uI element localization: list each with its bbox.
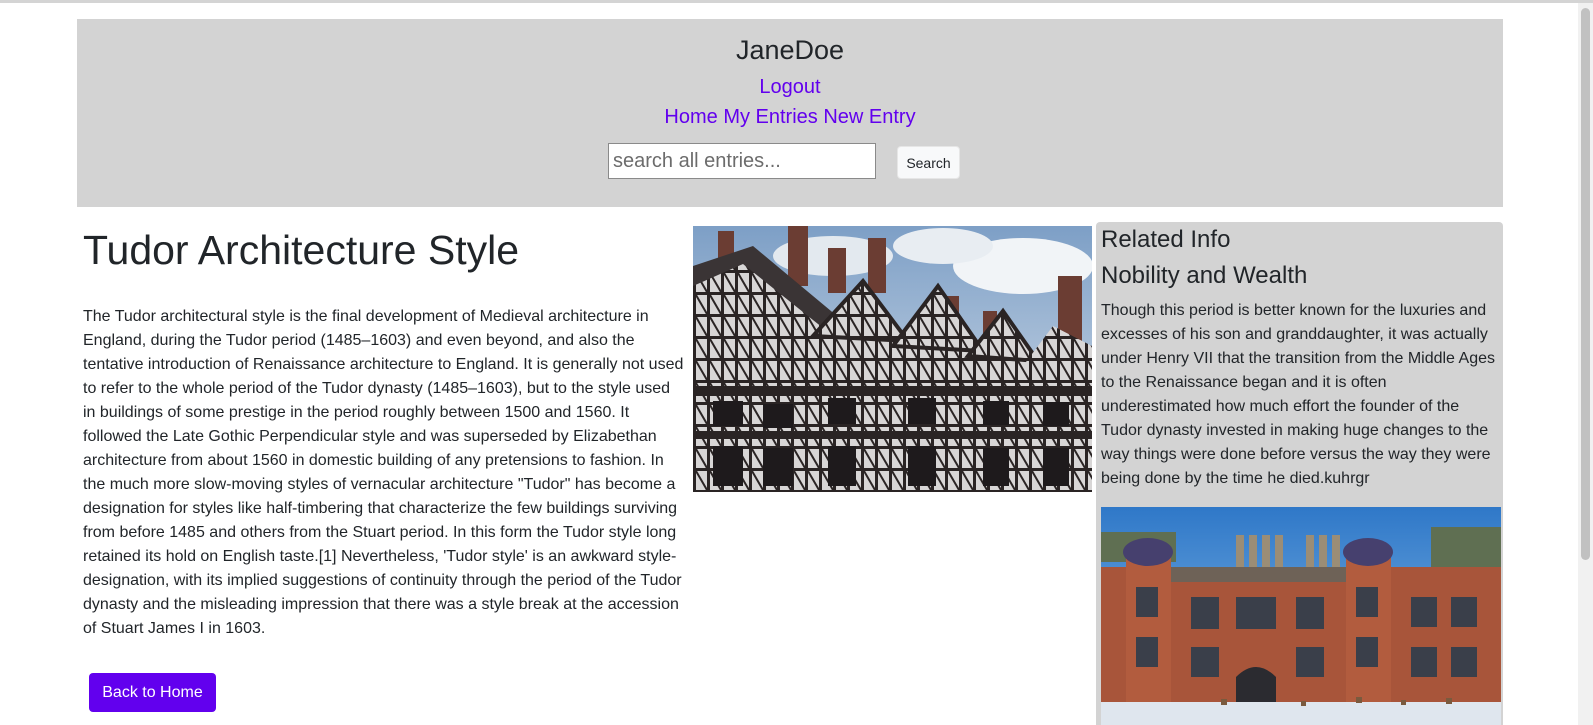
tudor-manor-illustration xyxy=(1101,507,1501,725)
entry-body-text: The Tudor architectural style is the fin… xyxy=(83,308,684,637)
window-top-border xyxy=(0,0,1593,3)
vertical-scrollbar[interactable] xyxy=(1578,3,1593,725)
tudor-manor-photo xyxy=(1101,507,1501,725)
nav-link-my-entries[interactable]: My Entries xyxy=(723,106,817,128)
search-button[interactable]: Search xyxy=(897,146,960,179)
site-header: JaneDoe Logout Home My Entries New Entry… xyxy=(77,19,1503,207)
username-label: JaneDoe xyxy=(735,35,845,65)
related-info-text: Though this period is better known for t… xyxy=(1101,302,1495,487)
nav-link-home[interactable]: Home xyxy=(664,106,717,128)
back-to-home-button[interactable]: Back to Home xyxy=(89,673,216,712)
search-input[interactable] xyxy=(608,143,876,179)
scrollbar-thumb[interactable] xyxy=(1581,8,1590,560)
tudor-houses-illustration xyxy=(693,226,1092,492)
related-info-panel: Related Info Nobility and Wealth Though … xyxy=(1096,222,1503,725)
related-info-heading: Related Info xyxy=(1101,226,1231,253)
logout-link[interactable]: Logout xyxy=(77,76,1503,99)
nav-link-new-entry[interactable]: New Entry xyxy=(823,106,915,128)
related-info-subtitle: Nobility and Wealth xyxy=(1101,262,1308,289)
page-title: Tudor Architecture Style xyxy=(83,227,520,273)
main-nav: Home My Entries New Entry xyxy=(77,106,1503,129)
tudor-houses-photo xyxy=(693,226,1092,492)
